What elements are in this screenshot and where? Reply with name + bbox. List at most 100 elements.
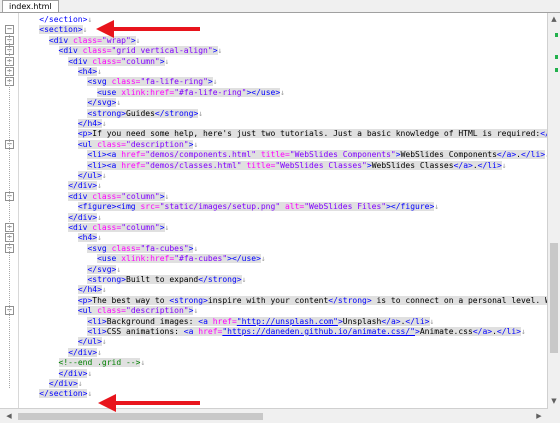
code-line[interactable]: </section>↓ [20, 14, 92, 25]
code-line[interactable]: <div class="column">↓ [20, 56, 169, 67]
eol-marker: ↓ [501, 160, 507, 170]
code-line[interactable]: </ul>↓ [20, 336, 107, 347]
code-token: "#fa-life-ring" [174, 87, 247, 97]
code-line[interactable]: </section>↓ [20, 388, 92, 399]
fold-guide-line [9, 34, 10, 389]
code-token: class= [111, 77, 141, 87]
code-token: </div> [68, 181, 98, 191]
code-area[interactable]: </section>↓ <section>↓ <div class="wrap">↓… [20, 13, 548, 408]
code-line[interactable]: <h4>↓ [20, 232, 102, 243]
code-token: <p> [77, 295, 93, 305]
code-line[interactable]: <figure><img src="static/images/setup.pn… [20, 201, 439, 212]
eol-marker: ↓ [101, 171, 107, 180]
code-token: <section> [39, 25, 83, 35]
code-line[interactable]: <use xlink:href="#fa-life-ring"></use>↓ [20, 87, 285, 98]
code-token: "fa-cubes" [140, 243, 189, 253]
code-token: <li><a [87, 150, 122, 160]
code-token: class= [97, 306, 126, 316]
fold-toggle-icon[interactable]: − [5, 25, 14, 35]
eol-marker: ↓ [164, 56, 170, 66]
code-line[interactable]: <p>If you need some help, here's just tw… [20, 128, 548, 139]
eol-marker: ↓ [101, 119, 107, 128]
code-token: <strong> [87, 275, 126, 284]
code-token: class= [92, 191, 122, 201]
code-line[interactable]: <strong>Built to expand</strong>↓ [20, 274, 246, 285]
code-line[interactable]: </h4>↓ [20, 284, 107, 295]
code-line[interactable]: </svg>↓ [20, 264, 121, 275]
code-token: href= [121, 160, 146, 170]
code-line[interactable]: </div>↓ [20, 378, 83, 389]
code-line[interactable]: </div>↓ [20, 180, 102, 191]
code-line[interactable]: </svg>↓ [20, 97, 121, 108]
scroll-left-icon[interactable]: ◀ [4, 411, 14, 421]
eol-marker: ↓ [193, 306, 199, 316]
code-token: <h4> [77, 233, 98, 243]
code-token: ></figure> [386, 202, 435, 212]
code-line[interactable]: <div class="column">↓ [20, 222, 169, 233]
code-token: title= [246, 160, 276, 170]
code-token: WebSlides Classes [371, 160, 454, 170]
eol-marker: ↓ [77, 379, 83, 388]
code-line[interactable]: </ul>↓ [20, 170, 107, 181]
code-line[interactable]: <section>↓ [20, 24, 87, 35]
code-token: CSS animations: [106, 327, 184, 336]
code-line[interactable]: <use xlink:href="#fa-cubes"></use>↓ [20, 253, 266, 264]
code-token: </li> [477, 160, 502, 170]
vertical-scroll-thumb[interactable] [550, 243, 558, 353]
eol-marker: ↓ [135, 35, 141, 45]
tab-index-html[interactable]: index.html [2, 0, 59, 12]
code-line[interactable]: </h4>↓ [20, 118, 107, 129]
code-token: If you need some help, here's just two t… [92, 129, 541, 139]
code-token: </strong> [198, 275, 242, 284]
code-line[interactable]: <ul class="description">↓ [20, 305, 198, 316]
eol-marker: ↓ [87, 15, 93, 24]
code-line[interactable]: <!--end .grid -->↓ [20, 357, 145, 368]
code-token: </a> [381, 316, 401, 326]
eol-marker: ↓ [101, 285, 107, 295]
code-token: WebSlides Components [400, 150, 497, 160]
horizontal-scroll-thumb[interactable] [18, 413, 263, 420]
code-token: "WebSlides Files" [304, 202, 387, 212]
code-token: <li><a [87, 160, 122, 170]
scroll-down-icon[interactable]: ▼ [549, 396, 559, 406]
code-token: > [395, 150, 401, 160]
vertical-scrollbar[interactable]: ▲ ▼ [547, 13, 560, 408]
code-token: ></use> [227, 254, 261, 264]
code-line[interactable]: </div>↓ [20, 212, 102, 223]
code-line[interactable]: <div class="wrap">↓ [20, 35, 140, 46]
code-line[interactable]: <li>Background images: <a href="http://u… [20, 316, 434, 327]
code-token: "column" [121, 191, 160, 201]
code-line[interactable]: <li><a href="demos/components.html" titl… [20, 149, 548, 160]
eol-marker: ↓ [164, 223, 170, 232]
code-editor[interactable]: − − − − − − − − − − − − </section>↓ <section>↓ <div c… [0, 13, 548, 408]
scroll-right-icon[interactable]: ▶ [534, 411, 544, 421]
code-line[interactable]: <svg class="fa-cubes">↓ [20, 243, 198, 254]
code-line[interactable]: <div class="grid vertical-align">↓ [20, 45, 222, 56]
eol-marker: ↓ [101, 337, 107, 347]
code-line[interactable]: </div>↓ [20, 347, 102, 358]
code-line[interactable]: <li><a href="demos/classes.html" title="… [20, 160, 507, 171]
code-token: . [472, 160, 478, 170]
eol-marker: ↓ [212, 77, 218, 87]
horizontal-scrollbar[interactable]: ◀ ▶ [0, 408, 548, 423]
eol-marker: ↓ [164, 191, 170, 201]
code-token: <a [198, 316, 213, 326]
code-line[interactable]: <svg class="fa-life-ring">↓ [20, 76, 218, 87]
code-line[interactable]: <h4>↓ [20, 66, 102, 77]
eol-marker: ↓ [82, 25, 88, 35]
code-line[interactable]: <div class="column">↓ [20, 191, 169, 202]
eol-marker: ↓ [97, 67, 102, 76]
code-token: xlink:href= [121, 254, 175, 264]
scroll-up-icon[interactable]: ▲ [549, 14, 559, 24]
code-line[interactable]: <p>The best way to <strong>inspire with … [20, 295, 548, 306]
eol-marker: ↓ [198, 108, 204, 118]
code-token: </section> [39, 15, 88, 24]
code-line[interactable]: <ul class="description">↓ [20, 139, 198, 150]
code-token: "static/images/setup.png" [159, 202, 285, 212]
code-line[interactable]: <li>CSS animations: <a href="https://dan… [20, 326, 526, 337]
code-line[interactable]: <strong>Guides</strong>↓ [20, 108, 203, 119]
code-line[interactable]: </div>↓ [20, 368, 92, 379]
code-token: "description" [126, 306, 189, 316]
code-token: href= [212, 316, 237, 326]
code-token: "#fa-cubes" [174, 254, 228, 264]
